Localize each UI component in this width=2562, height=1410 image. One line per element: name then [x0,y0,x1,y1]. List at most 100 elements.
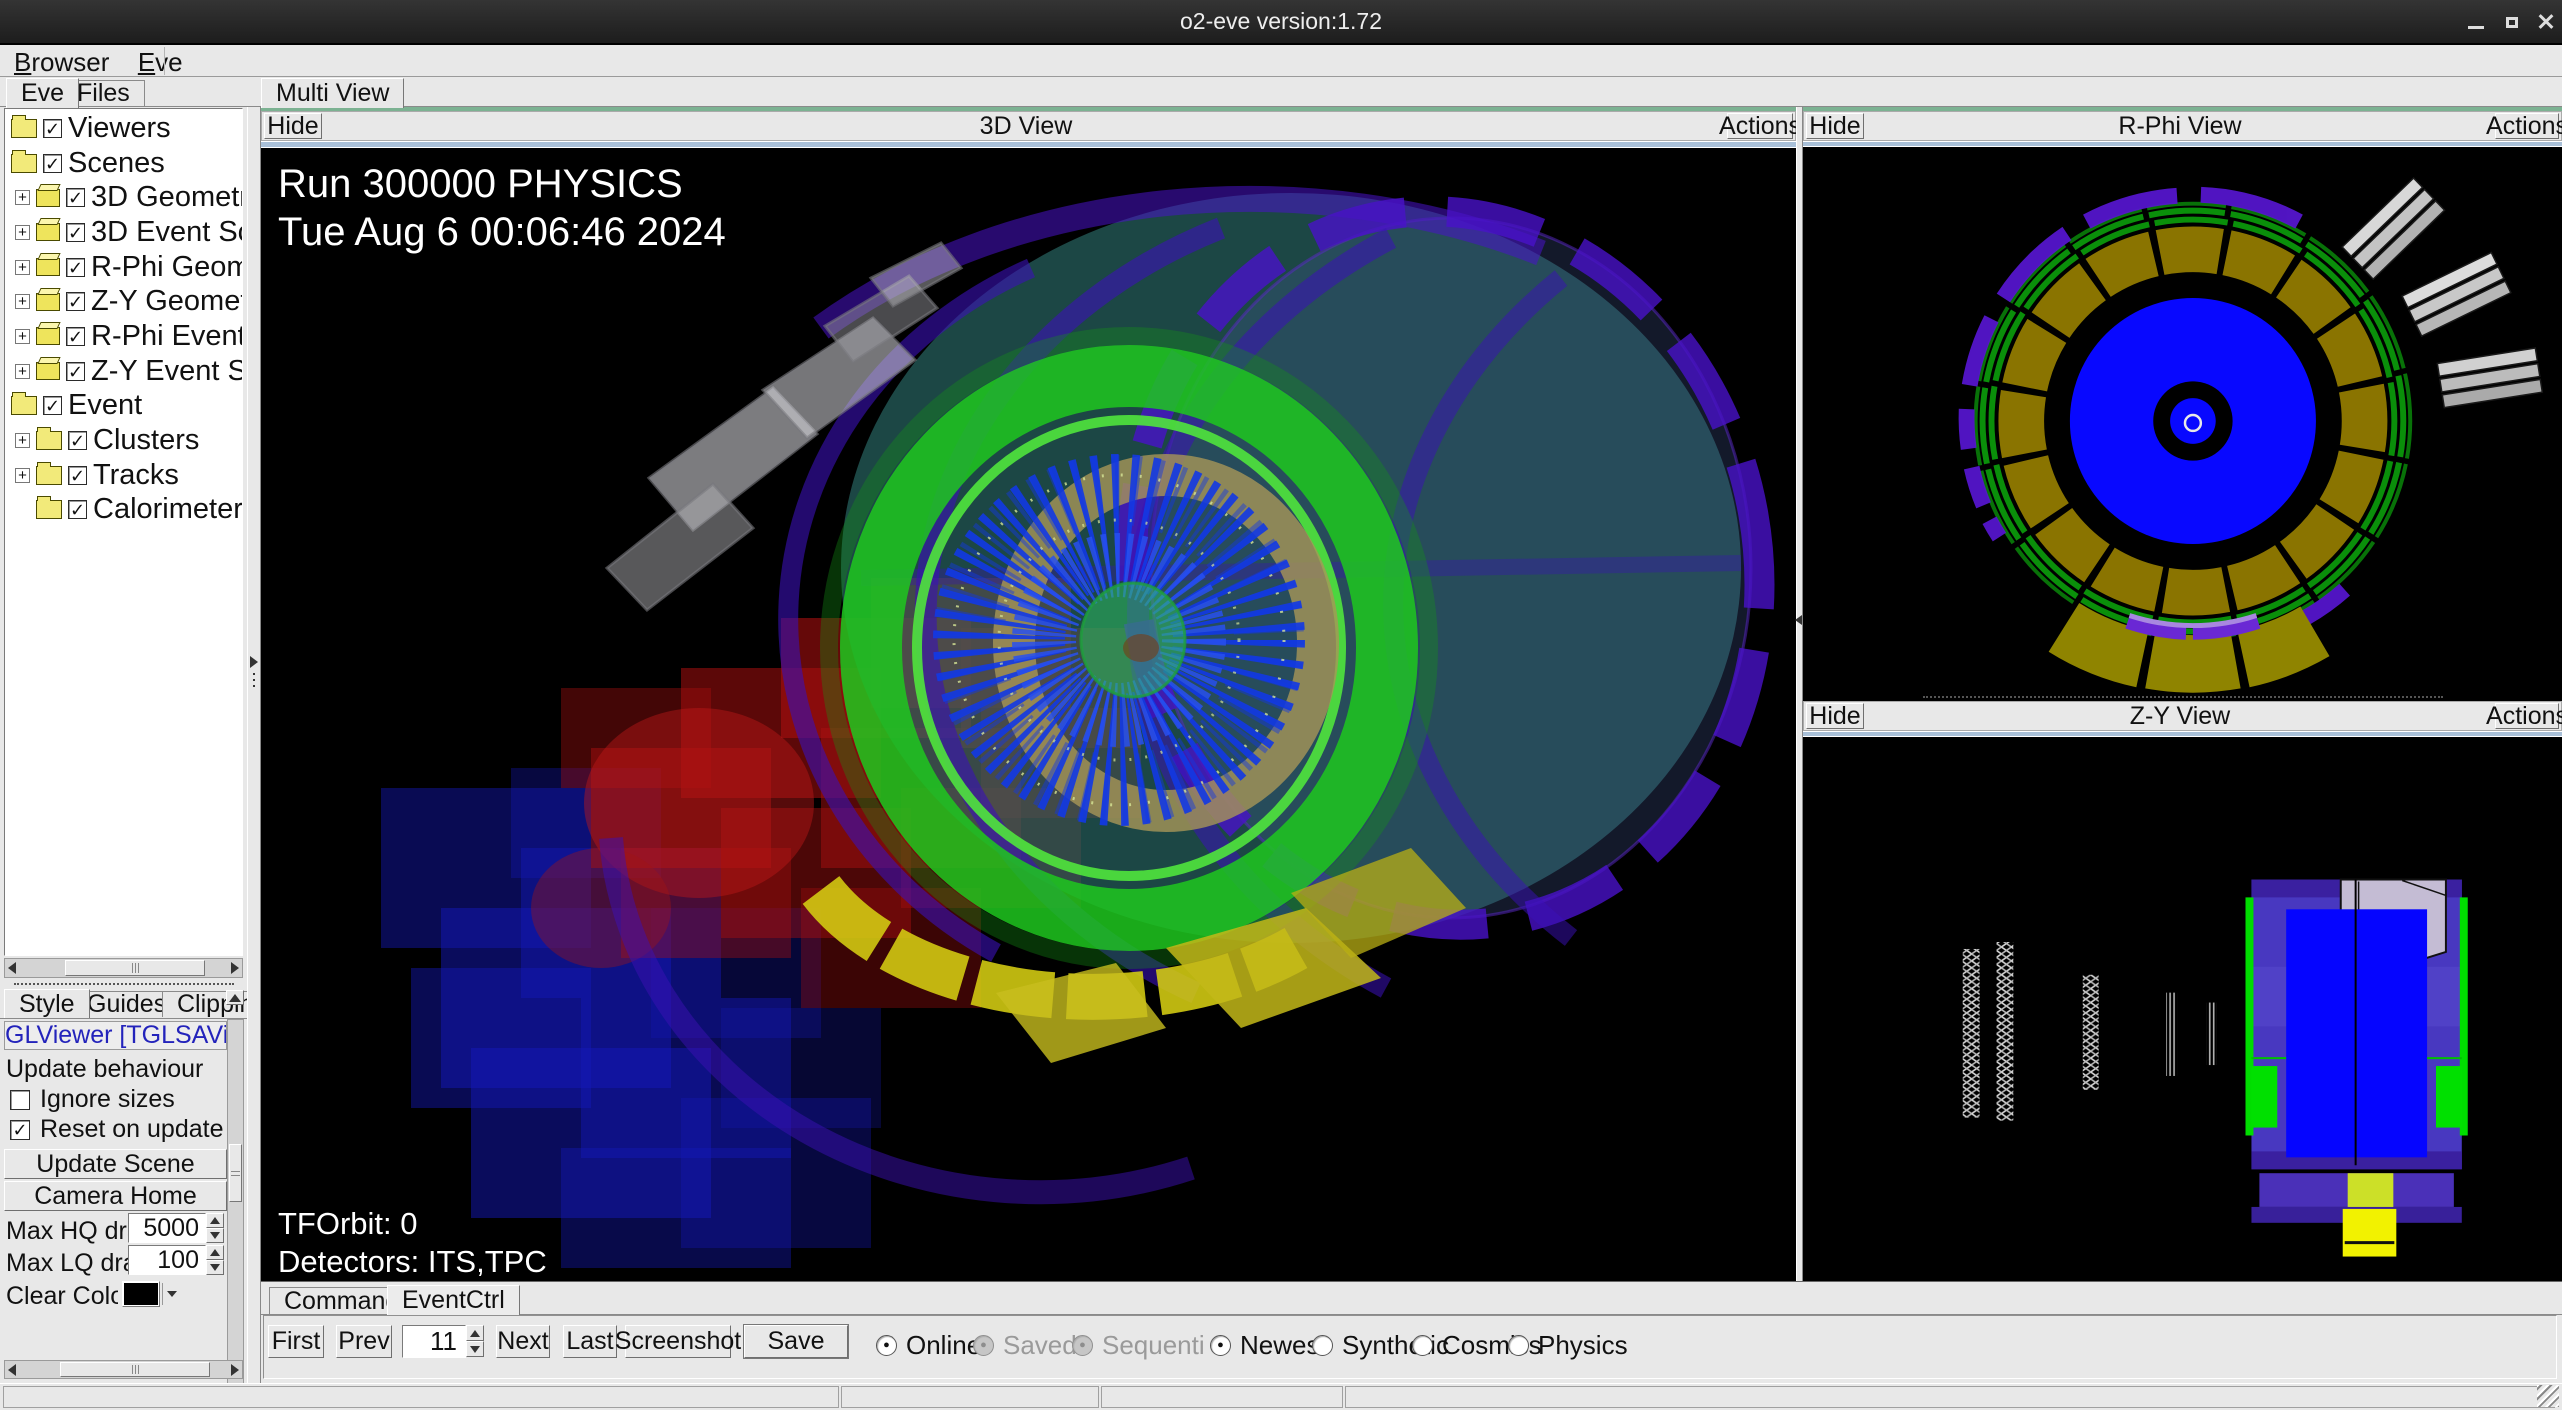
radio-icon[interactable] [1412,1335,1433,1356]
tree-item-zy-geometry[interactable]: + ✓ Z-Y Geometry [5,284,242,319]
tree-checkbox[interactable]: ✓ [43,396,62,415]
view3d-actions-button[interactable]: Actions [1727,113,1793,139]
spin-down-icon[interactable] [466,1341,484,1357]
expand-plus-icon[interactable]: + [15,364,30,379]
tree-item-viewers[interactable]: ✓ Viewers [5,111,242,146]
tree-item-zy-event-scene[interactable]: + ✓ Z-Y Event Scene [5,354,242,389]
scroll-left-icon[interactable] [8,1364,16,1376]
radio-sequential[interactable]: ● Sequential [1072,1330,1205,1361]
tree-checkbox[interactable]: ✓ [68,431,87,450]
maximize-button[interactable] [2494,6,2530,38]
next-button[interactable]: Next [496,1325,550,1358]
close-button[interactable] [2528,6,2562,38]
tree-item-clusters[interactable]: + ✓ Clusters [5,423,242,458]
scroll-left-icon[interactable] [8,962,16,974]
viewport-3d[interactable]: Run 300000 PHYSICS Tue Aug 6 00:06:46 20… [261,148,1796,1281]
style-hscrollbar[interactable] [4,1360,243,1379]
rphi-actions-button[interactable]: Actions [2495,113,2559,139]
clear-color-swatch[interactable] [122,1281,160,1307]
expand-plus-icon[interactable]: + [15,225,30,240]
tree-checkbox[interactable]: ✓ [66,292,85,311]
views-vsplitter[interactable] [1796,107,1803,1281]
minimize-button[interactable] [2458,6,2494,38]
expand-plus-icon[interactable]: + [15,433,30,448]
rphi-hide-button[interactable]: Hide [1806,113,1864,139]
splitter-arrow-icon[interactable] [250,656,258,668]
scroll-right-icon[interactable] [231,1364,239,1376]
ignore-sizes-checkbox[interactable] [10,1090,30,1110]
reset-on-update-checkbox[interactable]: ✓ [10,1120,30,1140]
screenshot-button[interactable]: Screenshot [625,1325,731,1358]
expand-plus-icon[interactable]: + [15,190,30,205]
expand-plus-icon[interactable]: + [15,468,30,483]
tree-item-3d-geometry[interactable]: + ✓ 3D Geometry [5,180,242,215]
sidebar-splitter[interactable] [14,983,234,987]
tree-item-3d-event-scene[interactable]: + ✓ 3D Event Scene [5,215,242,250]
tree-checkbox[interactable]: ✓ [43,119,62,138]
prev-button[interactable]: Prev [336,1325,392,1358]
radio-icon[interactable] [1508,1335,1529,1356]
max-lq-spinner[interactable]: 100 [128,1245,206,1275]
tab-multi-view[interactable]: Multi View [261,78,404,108]
tab-style[interactable]: Style [4,989,90,1019]
expand-plus-icon[interactable]: + [15,294,30,309]
scrollbar-thumb[interactable] [60,1362,210,1377]
expand-plus-icon[interactable]: + [15,260,30,275]
radio-physics[interactable]: Physics [1508,1330,1628,1361]
style-vscrollbar[interactable] [227,1019,244,1410]
event-number-input[interactable]: 11 [402,1325,466,1358]
radio-icon[interactable]: ● [1072,1335,1093,1356]
resize-grip[interactable] [2537,1385,2559,1407]
radio-icon[interactable]: ● [973,1335,994,1356]
menu-browser[interactable]: Browser [2,45,121,80]
tree-panel[interactable]: ✓ Viewers ✓ Scenes + ✓ 3D Geometry + ✓ 3… [4,108,243,956]
zy-hide-button[interactable]: Hide [1806,703,1864,729]
tree-item-rphi-geometry[interactable]: + ✓ R-Phi Geometry [5,250,242,285]
tree-item-rphi-event-scene[interactable]: + ✓ R-Phi Event Scene [5,319,242,354]
last-button[interactable]: Last [563,1325,617,1358]
scroll-right-icon[interactable] [231,962,239,974]
update-scene-button[interactable]: Update Scene [4,1149,227,1179]
tree-checkbox[interactable]: ✓ [66,188,85,207]
max-hq-spinner[interactable]: 5000 [128,1213,206,1243]
tree-checkbox[interactable]: ✓ [66,223,85,242]
save-button[interactable]: Save [744,1325,848,1358]
zy-actions-button[interactable]: Actions [2495,703,2559,729]
scrollbar-thumb[interactable] [229,1144,242,1202]
main-vsplitter[interactable] [247,107,261,1383]
expand-plus-icon[interactable]: + [15,329,30,344]
tree-checkbox[interactable]: ✓ [68,500,87,519]
radio-icon[interactable] [1312,1335,1333,1356]
spin-up-icon[interactable] [206,1213,224,1228]
radio-saved[interactable]: ● Saved [973,1330,1077,1361]
radio-newest[interactable]: ● Newest [1210,1330,1327,1361]
spin-down-icon[interactable] [206,1260,224,1275]
tree-item-calorimeters[interactable]: ✓ Calorimeters [5,493,242,528]
scrollbar-thumb[interactable] [65,960,205,976]
tab-scroll-up-button[interactable] [226,990,244,1005]
viewport-rphi[interactable] [1803,147,2562,695]
tree-item-tracks[interactable]: + ✓ Tracks [5,458,242,493]
clear-color-dropdown-button[interactable] [162,1283,180,1305]
radio-online[interactable]: ● Online [876,1330,981,1361]
tree-checkbox[interactable]: ✓ [66,258,85,277]
camera-home-button[interactable]: Camera Home [4,1181,227,1211]
spin-up-icon[interactable] [206,1245,224,1260]
radio-icon[interactable]: ● [1210,1335,1231,1356]
tab-eve[interactable]: Eve [6,78,79,108]
menu-eve[interactable]: Eve [126,45,195,80]
viewport-zy[interactable] [1803,737,2562,1281]
tree-item-scenes[interactable]: ✓ Scenes [5,146,242,181]
spin-down-icon[interactable] [206,1228,224,1243]
tree-checkbox[interactable]: ✓ [43,154,62,173]
tree-hscrollbar[interactable] [4,958,243,978]
zy-splitter[interactable] [1923,696,2443,700]
radio-icon[interactable]: ● [876,1335,897,1356]
tree-checkbox[interactable]: ✓ [66,362,85,381]
view3d-hide-button[interactable]: Hide [264,113,322,139]
tree-checkbox[interactable]: ✓ [68,466,87,485]
spin-up-icon[interactable] [466,1325,484,1341]
first-button[interactable]: First [268,1325,324,1358]
tree-item-event[interactable]: ✓ Event [5,389,242,424]
tree-checkbox[interactable]: ✓ [66,327,85,346]
